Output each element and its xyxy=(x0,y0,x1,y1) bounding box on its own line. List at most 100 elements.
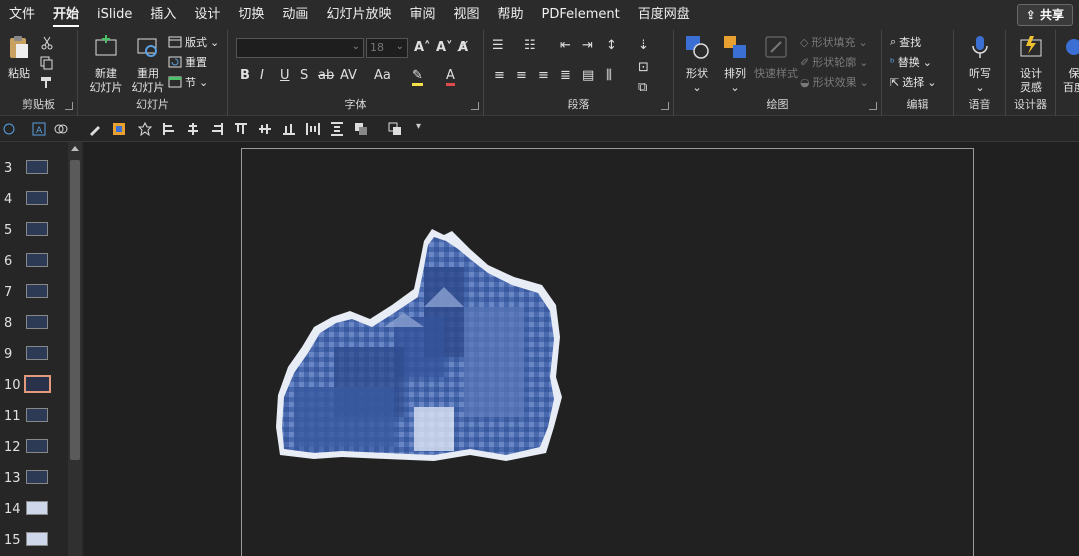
align-center-icon[interactable]: ≡ xyxy=(516,68,527,83)
clear-formatting-icon[interactable]: A̸ xyxy=(458,40,468,55)
slide-thumbnail[interactable]: 7 xyxy=(0,278,68,309)
slide-thumbnail[interactable]: 13 xyxy=(0,464,68,495)
menu-tab[interactable]: 切换 xyxy=(229,0,273,30)
shape-effects-button[interactable]: ◒ 形状效果 ⌄ xyxy=(800,74,869,90)
decrease-font-icon[interactable]: A˅ xyxy=(436,40,453,55)
columns-icon[interactable]: ⫼ xyxy=(606,68,612,83)
menu-tab[interactable]: 文件 xyxy=(0,0,44,30)
menu-tab[interactable]: 百度网盘 xyxy=(629,0,699,30)
new-slide-button[interactable]: 新建 幻灯片 xyxy=(84,34,128,95)
numbering-icon[interactable]: ☷ xyxy=(524,38,536,53)
distribute-horizontal-icon[interactable] xyxy=(306,122,320,136)
slide-thumbnail[interactable]: 11 xyxy=(0,402,68,433)
slide-thumbnail[interactable]: 5 xyxy=(0,216,68,247)
paragraph-launcher-icon[interactable] xyxy=(661,102,669,110)
slide-thumbnail[interactable]: 14 xyxy=(0,495,68,526)
menu-tab[interactable]: 动画 xyxy=(273,0,317,30)
bring-forward-icon[interactable] xyxy=(388,122,402,136)
menu-tab[interactable]: 幻灯片放映 xyxy=(317,0,400,30)
menu-tab[interactable]: 插入 xyxy=(141,0,185,30)
reset-button[interactable]: 重置 xyxy=(168,54,207,70)
format-painter-icon[interactable] xyxy=(88,122,102,136)
menu-tab[interactable]: 审阅 xyxy=(400,0,444,30)
slide-thumbnail[interactable]: 3 xyxy=(0,154,68,185)
font-size-box[interactable]: 18 ⌄ xyxy=(366,38,408,58)
merge-shapes-icon[interactable] xyxy=(54,122,68,136)
current-slide[interactable] xyxy=(241,148,974,556)
find-button[interactable]: ⌕ 查找 xyxy=(890,34,921,50)
align-left-icon[interactable]: ≡ xyxy=(494,68,505,83)
shape-outline-button[interactable]: ✐ 形状轮廓 ⌄ xyxy=(800,54,868,70)
format-painter-icon[interactable] xyxy=(40,76,54,90)
layout-button[interactable]: 版式 ⌄ xyxy=(168,34,219,50)
quick-styles-button[interactable]: 快速样式 xyxy=(754,34,798,81)
distribute-vertical-icon[interactable] xyxy=(330,122,344,136)
align-middle-icon[interactable] xyxy=(258,122,272,136)
text-direction-icon[interactable]: ⇣ xyxy=(638,38,649,53)
underline-icon[interactable]: U xyxy=(280,68,290,83)
font-launcher-icon[interactable] xyxy=(471,102,479,110)
align-bottom-icon[interactable] xyxy=(282,122,296,136)
slide-thumbnail[interactable]: 15 xyxy=(0,526,68,556)
slide-thumbnail[interactable]: 8 xyxy=(0,309,68,340)
building-photo-cutout[interactable] xyxy=(274,227,564,463)
cut-icon[interactable] xyxy=(40,36,54,50)
scroll-thumb[interactable] xyxy=(70,160,80,460)
align-right-icon[interactable]: ≡ xyxy=(538,68,549,83)
menu-tab[interactable]: PDFelement xyxy=(533,0,629,30)
bullets-icon[interactable]: ☰ xyxy=(492,38,504,53)
smartart-icon[interactable]: ⧉ xyxy=(638,80,647,95)
font-name-box[interactable]: ⌄ xyxy=(236,38,364,58)
font-color-icon[interactable]: A xyxy=(446,68,455,86)
text-box-icon[interactable]: A xyxy=(32,122,46,136)
reuse-slide-button[interactable]: 重用 幻灯片 xyxy=(130,34,166,95)
shapes-button[interactable]: 形状 ⌄ xyxy=(680,34,714,95)
shape-icon[interactable] xyxy=(2,122,16,136)
shape-fill-button[interactable]: ◇ 形状填充 ⌄ xyxy=(800,34,868,50)
bold-icon[interactable]: B xyxy=(240,68,250,83)
slide-thumbnail[interactable]: 10 xyxy=(0,371,68,402)
increase-font-icon[interactable]: A˄ xyxy=(414,40,431,55)
distributed-icon[interactable]: ▤ xyxy=(582,68,594,83)
strikethrough-icon[interactable]: ab xyxy=(318,68,334,83)
save-baidu-button[interactable]: 保 百度 xyxy=(1060,34,1079,95)
italic-icon[interactable]: I xyxy=(260,68,264,83)
menu-tab[interactable]: 设计 xyxy=(185,0,229,30)
align-right-icon[interactable] xyxy=(210,122,224,136)
slide-thumbnail[interactable]: 12 xyxy=(0,433,68,464)
scroll-up-icon[interactable] xyxy=(71,146,79,151)
align-center-icon[interactable] xyxy=(186,122,200,136)
menu-tab[interactable]: 帮助 xyxy=(488,0,532,30)
change-case-icon[interactable]: Aa xyxy=(374,68,391,83)
slide-thumbnail[interactable]: 4 xyxy=(0,185,68,216)
copy-icon[interactable] xyxy=(40,56,54,70)
thumbnails-scrollbar[interactable] xyxy=(68,142,82,556)
section-button[interactable]: 节 ⌄ xyxy=(168,74,208,90)
decrease-indent-icon[interactable]: ⇤ xyxy=(560,38,571,53)
paste-button[interactable]: 粘贴 xyxy=(4,34,34,81)
arrange-button[interactable]: 排列 ⌄ xyxy=(718,34,752,95)
shadow-icon[interactable]: S xyxy=(300,68,308,83)
star-icon[interactable] xyxy=(138,122,152,136)
dictate-button[interactable]: 听写 ⌄ xyxy=(964,34,996,95)
select-button[interactable]: ⇱ 选择 ⌄ xyxy=(890,74,936,90)
character-spacing-icon[interactable]: AV xyxy=(340,68,357,83)
line-spacing-icon[interactable]: ↕ xyxy=(606,38,617,53)
highlight-icon[interactable]: ✎ xyxy=(412,68,423,86)
menu-tab[interactable]: iSlide xyxy=(88,0,141,30)
replace-button[interactable]: ᵇ 替换 ⌄ xyxy=(890,54,932,70)
design-ideas-button[interactable]: 设计 灵感 xyxy=(1014,34,1048,95)
justify-icon[interactable]: ≣ xyxy=(560,68,571,83)
clipboard-launcher-icon[interactable] xyxy=(65,102,73,110)
align-text-icon[interactable]: ⊡ xyxy=(638,60,649,75)
drawing-launcher-icon[interactable] xyxy=(869,102,877,110)
slide-thumbnail[interactable]: 9 xyxy=(0,340,68,371)
customize-toolbar-icon[interactable]: ▾ xyxy=(416,121,421,132)
crop-icon[interactable] xyxy=(112,122,126,136)
share-button[interactable]: ⇪ 共享 xyxy=(1016,4,1073,26)
align-left-icon[interactable] xyxy=(162,122,176,136)
slide-thumbnail[interactable]: 6 xyxy=(0,247,68,278)
group-icon[interactable] xyxy=(354,122,368,136)
increase-indent-icon[interactable]: ⇥ xyxy=(582,38,593,53)
align-top-icon[interactable] xyxy=(234,122,248,136)
